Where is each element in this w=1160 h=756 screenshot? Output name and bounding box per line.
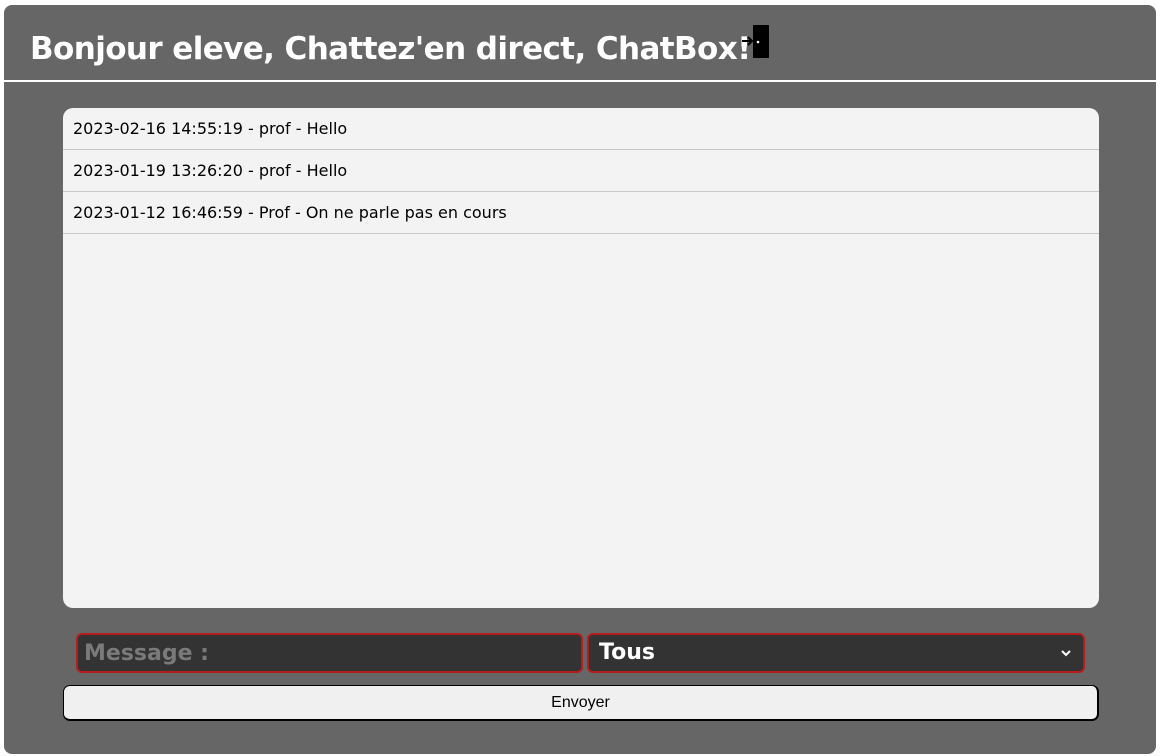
messages-list: 2023-02-16 14:55:19 - prof - Hello 2023-… bbox=[63, 108, 1099, 608]
door-exit-icon[interactable] bbox=[741, 24, 771, 60]
recipient-selected-value: Tous bbox=[599, 640, 655, 665]
page-title: Bonjour eleve, Chattez'en direct, ChatBo… bbox=[30, 31, 751, 67]
message-item: 2023-01-12 16:46:59 - Prof - On ne parle… bbox=[63, 192, 1099, 234]
chat-window: Bonjour eleve, Chattez'en direct, ChatBo… bbox=[4, 5, 1156, 754]
recipient-select[interactable]: Tous bbox=[587, 633, 1085, 673]
send-button[interactable]: Envoyer bbox=[63, 685, 1099, 721]
header: Bonjour eleve, Chattez'en direct, ChatBo… bbox=[4, 5, 1156, 82]
message-input[interactable] bbox=[76, 633, 583, 673]
message-item: 2023-01-19 13:26:20 - prof - Hello bbox=[63, 150, 1099, 192]
message-item: 2023-02-16 14:55:19 - prof - Hello bbox=[63, 108, 1099, 150]
chevron-down-icon bbox=[1059, 644, 1073, 662]
